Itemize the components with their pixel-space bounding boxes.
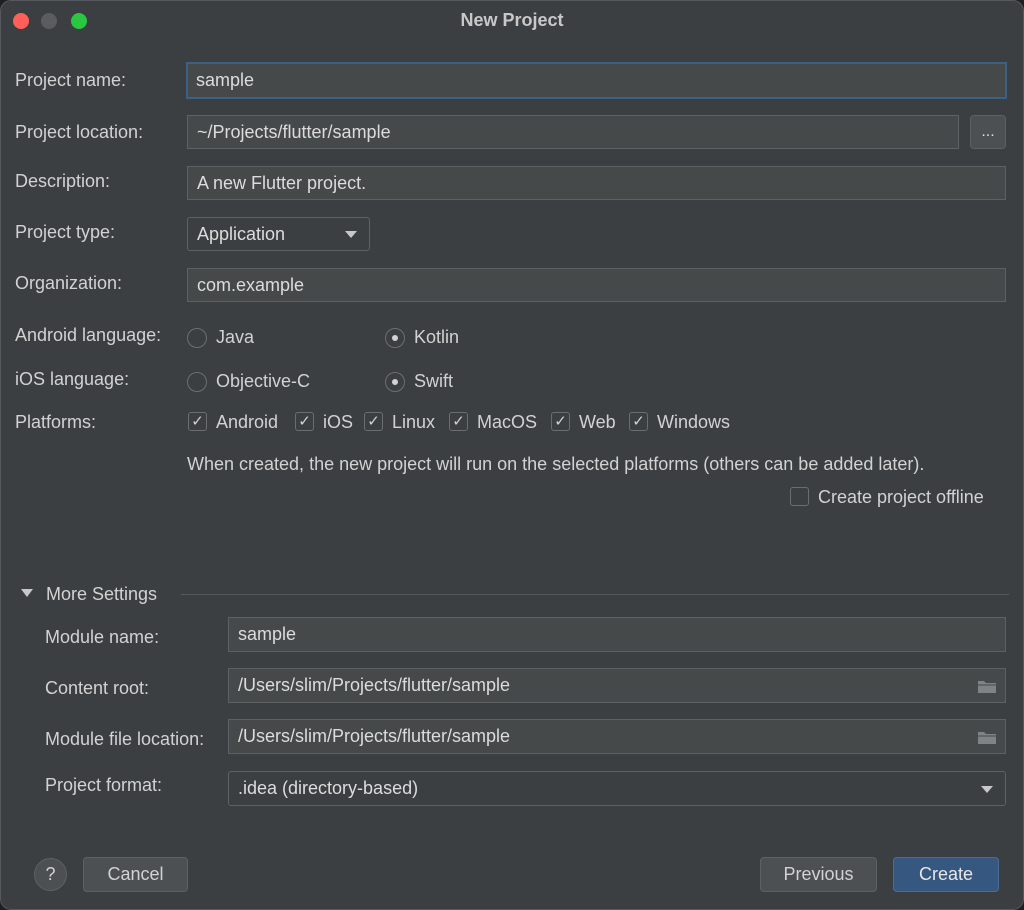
module-name-label: Module name: [45,627,160,647]
organization-label: Organization: [15,273,123,293]
module-name-value: sample [238,624,297,644]
checkbox-linux-label: Linux [392,412,436,432]
help-button[interactable]: ? [34,858,67,891]
module-file-location-label: Module file location: [45,729,205,749]
checkbox-android[interactable]: ✓ [188,412,207,431]
module-file-location-input[interactable]: /Users/slim/Projects/flutter/sample [228,719,1006,754]
radio-swift-label: Swift [414,371,454,391]
radio-java-label: Java [216,327,255,347]
description-value: A new Flutter project. [197,172,367,193]
create-button[interactable]: Create [893,857,999,892]
checkbox-create-offline-label: Create project offline [818,487,984,507]
project-location-input[interactable]: ~/Projects/flutter/sample [187,115,959,149]
project-type-label: Project type: [15,222,116,242]
folder-icon[interactable] [977,729,997,745]
radio-swift[interactable] [385,372,405,392]
checkbox-web[interactable]: ✓ [551,412,570,431]
content-root-label: Content root: [45,678,150,698]
collapse-triangle-icon[interactable] [21,589,33,597]
organization-value: com.example [197,274,305,295]
content-root-value: /Users/slim/Projects/flutter/sample [238,675,511,695]
chevron-down-icon [981,785,993,793]
radio-java[interactable] [187,328,207,348]
section-divider [181,594,1009,595]
checkbox-create-offline[interactable] [790,487,809,506]
project-location-label: Project location: [15,122,144,142]
description-input[interactable]: A new Flutter project. [187,166,1006,200]
platforms-label: Platforms: [15,412,97,432]
description-label: Description: [15,171,111,191]
ios-language-label: iOS language: [15,369,130,389]
more-settings-title[interactable]: More Settings [46,584,157,605]
cancel-button[interactable]: Cancel [83,857,188,892]
checkbox-macos-label: MacOS [477,412,538,432]
browse-location-button[interactable]: ... [970,115,1006,149]
checkbox-macos[interactable]: ✓ [449,412,468,431]
project-type-dropdown[interactable]: Application [187,217,370,251]
project-name-input[interactable]: sample [186,62,1007,99]
checkbox-windows-label: Windows [657,412,731,432]
project-name-value: sample [196,70,255,90]
folder-icon[interactable] [977,678,997,694]
new-project-dialog: New Project Project name: sample Project… [0,0,1024,910]
checkbox-web-label: Web [579,412,616,432]
project-format-dropdown[interactable]: .idea (directory-based) [228,771,1006,806]
project-format-value: .idea (directory-based) [238,778,419,798]
checkbox-ios-label: iOS [323,412,354,432]
checkbox-ios[interactable]: ✓ [295,412,314,431]
organization-input[interactable]: com.example [187,268,1006,302]
checkbox-linux[interactable]: ✓ [364,412,383,431]
radio-kotlin-label: Kotlin [414,327,460,347]
project-name-label: Project name: [15,70,127,90]
previous-button[interactable]: Previous [760,857,877,892]
project-format-label: Project format: [45,775,163,795]
radio-objective-c-label: Objective-C [216,371,311,391]
project-type-value: Application [197,223,286,244]
window-title: New Project [460,10,564,30]
checkbox-android-label: Android [216,412,279,432]
chevron-down-icon [345,231,357,238]
radio-objective-c[interactable] [187,372,207,392]
content-root-input[interactable]: /Users/slim/Projects/flutter/sample [228,668,1006,703]
module-name-input[interactable]: sample [228,617,1006,652]
radio-kotlin[interactable] [385,328,405,348]
platforms-note: When created, the new project will run o… [187,454,925,474]
title-bar: New Project [1,1,1023,41]
project-location-value: ~/Projects/flutter/sample [197,121,391,142]
module-file-location-value: /Users/slim/Projects/flutter/sample [238,726,511,746]
checkbox-windows[interactable]: ✓ [629,412,648,431]
android-language-label: Android language: [15,325,162,345]
